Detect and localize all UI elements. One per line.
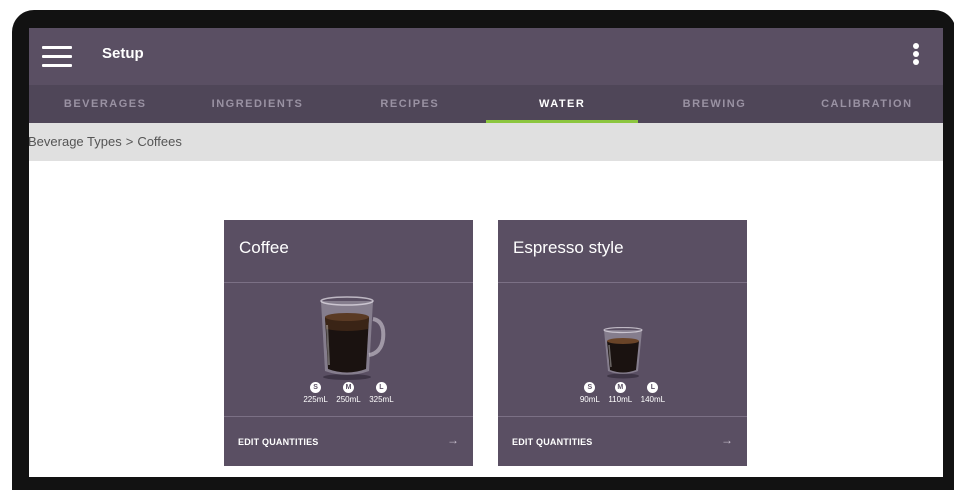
tab-bar: BEVERAGES INGREDIENTS RECIPES WATER BREW… (29, 85, 943, 123)
card-title: Coffee (239, 238, 289, 257)
arrow-right-icon[interactable]: → (721, 433, 733, 447)
divider (498, 282, 747, 283)
app-bar: Setup (29, 28, 943, 85)
beverage-card-espresso[interactable]: Espresso style S 90mL M 110mL L 140mL EDIT … (498, 220, 747, 466)
espresso-glass-icon (603, 327, 643, 379)
app-screen: Setup BEVERAGES INGREDIENTS RECIPES WATE… (29, 28, 943, 477)
arrow-right-icon[interactable]: → (447, 433, 459, 447)
hamburger-menu-icon[interactable] (42, 46, 72, 68)
size-quantity: 110mL (608, 395, 633, 404)
size-quantity: 225mL (303, 395, 328, 404)
size-badge-l: L (375, 382, 387, 393)
size-badge-s: S (310, 382, 322, 393)
size-quantity: 250mL (336, 395, 361, 404)
divider (224, 416, 473, 417)
tab-calibration[interactable]: CALIBRATION (791, 85, 943, 123)
tablet-frame: Setup BEVERAGES INGREDIENTS RECIPES WATE… (12, 10, 954, 490)
tab-water[interactable]: WATER (485, 85, 639, 123)
size-option-large[interactable]: L 140mL (641, 382, 665, 404)
size-quantity: 90mL (579, 395, 600, 404)
breadcrumb: Beverage Types > Coffees (29, 123, 943, 161)
size-option-large[interactable]: L 325mL (369, 382, 394, 404)
size-option-medium[interactable]: M 110mL (608, 382, 632, 404)
breadcrumb-coffees: Coffees (137, 134, 182, 149)
size-option-medium[interactable]: M 250mL (336, 382, 361, 404)
size-quantity: 325mL (369, 395, 394, 404)
breadcrumb-separator: > (125, 134, 134, 149)
edit-quantities-button[interactable]: EDIT QUANTITIES (512, 437, 593, 447)
tab-recipes[interactable]: RECIPES (334, 85, 486, 123)
edit-quantities-button[interactable]: EDIT QUANTITIES (238, 437, 319, 447)
size-option-small[interactable]: S 90mL (580, 382, 600, 404)
tab-water-label: WATER (538, 98, 586, 110)
size-badge-s: S (584, 382, 596, 393)
tab-brewing[interactable]: BREWING (638, 85, 790, 123)
tab-beverages[interactable]: BEVERAGES (29, 85, 181, 123)
size-options: S 90mL M 110mL L 140mL (498, 382, 747, 407)
size-options: S 225mL M 250mL L 325mL (224, 382, 473, 407)
tab-ingredients[interactable]: INGREDIENTS (181, 85, 333, 123)
divider (498, 416, 747, 417)
coffee-mug-icon (320, 296, 386, 380)
more-options-icon[interactable] (911, 43, 921, 71)
size-badge-m: M (614, 382, 626, 393)
card-title: Espresso style (513, 238, 624, 257)
size-badge-l: L (647, 382, 659, 393)
size-quantity: 140mL (640, 395, 666, 404)
divider (224, 282, 473, 283)
beverage-card-coffee[interactable]: Coffee S 225mL M 250mL L 325mL EDIT QUANTIT… (224, 220, 473, 466)
page-title: Setup (102, 45, 144, 62)
size-option-small[interactable]: S 225mL (303, 382, 328, 404)
size-badge-m: M (343, 382, 354, 393)
breadcrumb-beverage-types[interactable]: Beverage Types (29, 134, 122, 149)
